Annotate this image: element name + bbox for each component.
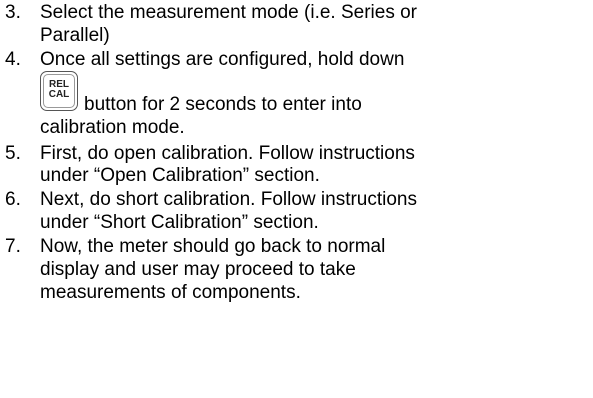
rel-cal-button-icon: REL CAL <box>40 71 78 111</box>
step-text-line: under “Short Calibration” section. <box>40 212 319 233</box>
step-text-line: measurements of components. <box>40 282 301 303</box>
step-text-line: under “Open Calibration” section. <box>40 165 320 186</box>
step-text-line: Once all settings are configured, hold d… <box>40 49 405 70</box>
step-number: 4. <box>5 49 21 70</box>
step-text-line: Select the measurement mode (i.e. Series… <box>40 2 418 23</box>
step-number: 3. <box>5 2 21 23</box>
step-number: 6. <box>5 189 21 210</box>
step-number: 7. <box>5 236 21 257</box>
button-label-cal: CAL <box>48 89 70 100</box>
step-text-line: First, do open calibration. Follow instr… <box>40 143 415 164</box>
step-text-line: display and user may proceed to take <box>40 259 356 280</box>
step-text-line: Parallel) <box>40 25 110 46</box>
step-text-line: calibration mode. <box>40 117 185 138</box>
step-text-line: button for 2 seconds to enter into <box>84 94 362 115</box>
step-text-line: Now, the meter should go back to normal <box>40 236 386 257</box>
step-text-line: Next, do short calibration. Follow instr… <box>40 189 417 210</box>
step-number: 5. <box>5 143 21 164</box>
